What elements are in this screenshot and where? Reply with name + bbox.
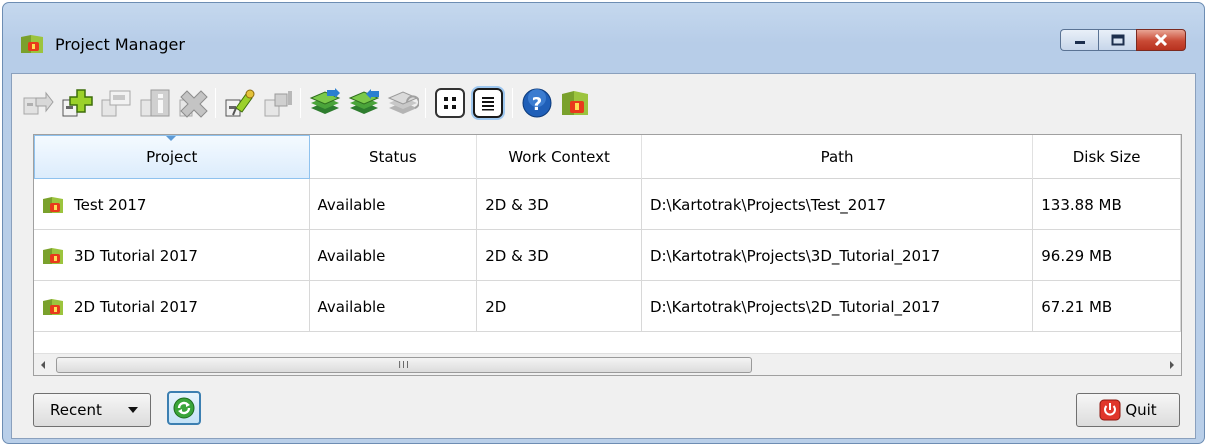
toolbar-separator: [512, 88, 513, 118]
rename-project-icon: [101, 90, 131, 117]
column-header-disk-size[interactable]: Disk Size: [1033, 135, 1181, 179]
chevron-right-icon: [1170, 361, 1174, 369]
pin-icon: [225, 89, 255, 117]
title-bar[interactable]: Project Manager: [3, 3, 1204, 73]
status-cell: Available: [310, 281, 478, 332]
project-name: 2D Tutorial 2017: [74, 297, 198, 316]
svg-text:?: ?: [532, 94, 542, 115]
detach-project-button[interactable]: [261, 85, 297, 121]
scroll-right-button[interactable]: [1163, 354, 1181, 375]
delete-project-button[interactable]: [176, 85, 212, 121]
open-project-icon: [23, 91, 54, 115]
project-name: Test 2017: [74, 195, 147, 214]
project-cell: Test 2017: [34, 179, 310, 230]
project-icon: [43, 247, 63, 264]
project-cell: 3D Tutorial 2017: [34, 230, 310, 281]
rename-project-button[interactable]: [98, 85, 134, 121]
project-info-button[interactable]: [137, 85, 173, 121]
toolbar: ?: [12, 74, 1195, 132]
project-name: 3D Tutorial 2017: [74, 246, 198, 265]
open-project-button[interactable]: [20, 85, 56, 121]
column-header-status[interactable]: Status: [310, 135, 478, 179]
table-row[interactable]: 2D Tutorial 2017 Available 2D D:\Kartotr…: [34, 281, 1181, 332]
refresh-icon: [173, 397, 195, 419]
project-icon: [43, 298, 63, 315]
detach-icon: [264, 91, 292, 117]
recent-dropdown-button[interactable]: Recent: [33, 393, 151, 427]
info-icon: [140, 89, 170, 117]
import-project-button[interactable]: [307, 85, 343, 121]
copy-layers-icon: [387, 91, 419, 114]
quit-button[interactable]: Quit: [1076, 393, 1180, 427]
quit-label: Quit: [1125, 401, 1157, 419]
import-layers-icon: [309, 88, 341, 114]
path-cell: D:\Kartotrak\Projects\Test_2017: [642, 179, 1034, 230]
list-view-icon: [482, 97, 494, 111]
minimize-icon: [1074, 41, 1085, 44]
maximize-button[interactable]: [1098, 29, 1136, 51]
scrollbar-thumb[interactable]: III: [56, 357, 752, 373]
column-header-work-context[interactable]: Work Context: [477, 135, 642, 179]
column-header-path[interactable]: Path: [642, 135, 1034, 179]
minimize-button[interactable]: [1060, 29, 1098, 51]
about-button[interactable]: [557, 85, 593, 121]
window-title: Project Manager: [55, 35, 185, 54]
disk-size-cell: 96.29 MB: [1033, 230, 1181, 281]
toolbar-separator: [425, 88, 426, 118]
client-area: ? Project Status Work Context Path Disk …: [11, 73, 1196, 439]
table-row[interactable]: 3D Tutorial 2017 Available 2D & 3D D:\Ka…: [34, 230, 1181, 281]
export-project-button[interactable]: [346, 85, 382, 121]
work-context-cell: 2D & 3D: [477, 230, 642, 281]
path-cell: D:\Kartotrak\Projects\3D_Tutorial_2017: [642, 230, 1034, 281]
new-project-plus-icon: [62, 89, 93, 117]
grid-view-icon: [444, 97, 456, 109]
horizontal-scrollbar[interactable]: III: [34, 353, 1181, 375]
export-layers-icon: [348, 89, 380, 114]
close-button[interactable]: [1136, 29, 1186, 51]
help-question-icon: ?: [522, 88, 552, 118]
chevron-left-icon: [41, 361, 45, 369]
table-header: Project Status Work Context Path Disk Si…: [34, 135, 1181, 179]
project-cell: 2D Tutorial 2017: [34, 281, 310, 332]
sort-ascending-icon: [166, 136, 176, 141]
maximize-icon: [1111, 34, 1124, 46]
icon-view-button[interactable]: [435, 88, 465, 118]
new-project-button[interactable]: [59, 85, 95, 121]
projects-table: Project Status Work Context Path Disk Si…: [33, 134, 1182, 376]
status-cell: Available: [310, 179, 478, 230]
status-cell: Available: [310, 230, 478, 281]
table-row[interactable]: Test 2017 Available 2D & 3D D:\Kartotrak…: [34, 179, 1181, 230]
copy-project-button[interactable]: [385, 85, 421, 121]
attach-project-button[interactable]: [222, 85, 258, 121]
work-context-cell: 2D: [477, 281, 642, 332]
help-button[interactable]: ?: [519, 85, 555, 121]
scroll-left-button[interactable]: [34, 354, 52, 375]
kartotrak-logo-icon: [562, 91, 588, 115]
details-view-button[interactable]: [473, 88, 503, 118]
path-cell: D:\Kartotrak\Projects\2D_Tutorial_2017: [642, 281, 1034, 332]
table-body: Test 2017 Available 2D & 3D D:\Kartotrak…: [34, 179, 1181, 332]
delete-x-icon: [179, 90, 208, 118]
scrollbar-grip: III: [398, 359, 410, 371]
disk-size-cell: 67.21 MB: [1033, 281, 1181, 332]
chevron-down-icon: [128, 407, 138, 413]
column-header-project[interactable]: Project: [34, 135, 310, 179]
recent-label: Recent: [50, 401, 102, 419]
toolbar-separator: [215, 88, 216, 118]
toolbar-separator: [300, 88, 301, 118]
project-manager-window: Project Manager ? Project Status Work Co…: [2, 2, 1205, 444]
refresh-button[interactable]: [167, 391, 201, 425]
disk-size-cell: 133.88 MB: [1033, 179, 1181, 230]
window-controls: [1060, 29, 1186, 51]
project-icon: [43, 196, 63, 213]
close-icon: [1154, 34, 1168, 46]
project-manager-icon: [21, 35, 43, 53]
work-context-cell: 2D & 3D: [477, 179, 642, 230]
power-icon: [1099, 399, 1121, 421]
